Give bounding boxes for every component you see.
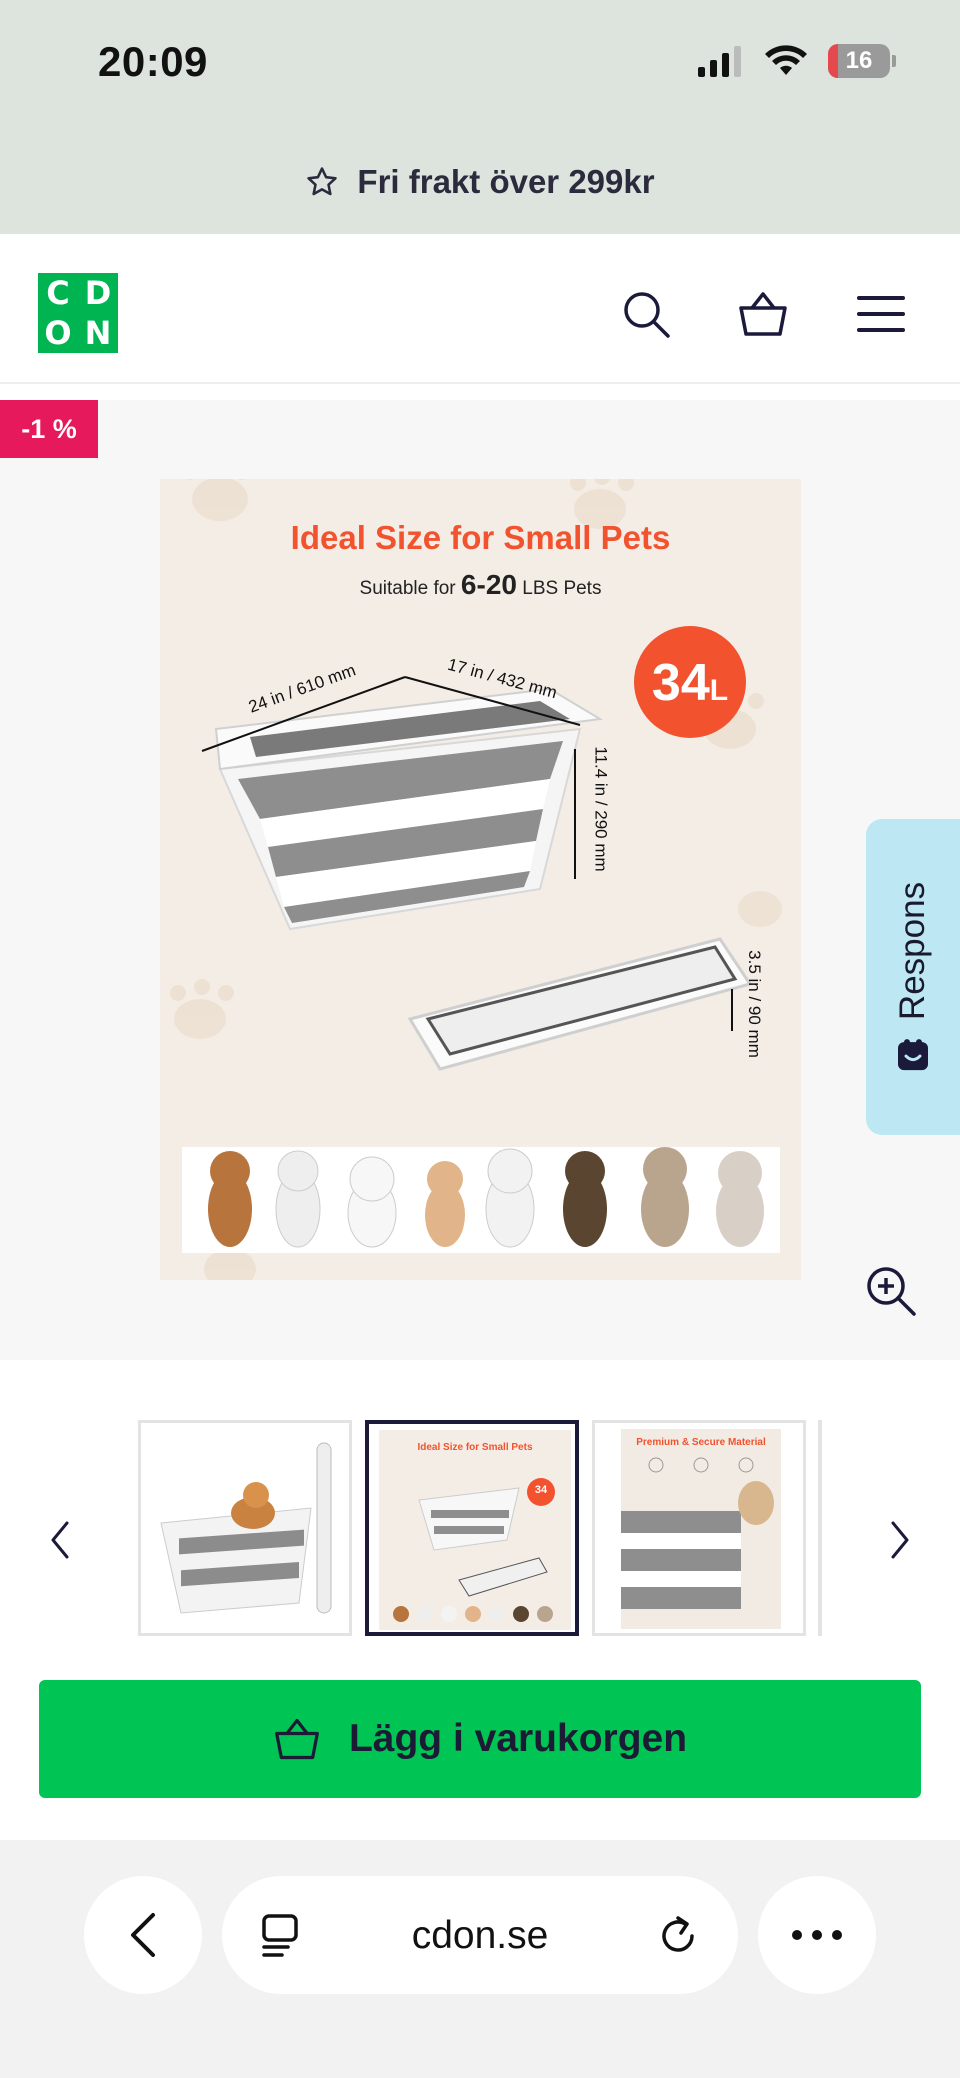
zoom-in-icon (867, 1267, 916, 1316)
add-to-cart-button[interactable]: Lägg i varukorgen (39, 1680, 921, 1798)
wifi-icon (765, 45, 807, 75)
feedback-label-wrap: Respons (893, 882, 933, 1072)
battery-icon: 16 (828, 44, 896, 78)
thumbnail-item[interactable] (138, 1420, 352, 1636)
hamburger-menu-icon (857, 296, 905, 332)
chevron-left-icon (131, 1913, 155, 1957)
browser-back-button[interactable] (84, 1876, 202, 1994)
smiley-icon (898, 1039, 928, 1071)
promo-text: Fri frakt över 299kr (357, 163, 655, 200)
reload-icon[interactable] (656, 1914, 700, 1958)
image-subheadline: Suitable for 6-20 LBS Pets (160, 569, 801, 601)
subheadline-prefix: Suitable for (359, 578, 456, 599)
status-icons: 16 (696, 44, 896, 78)
promo-bar: Fri frakt över 299kr (0, 130, 960, 234)
status-bar: 20:09 16 (0, 0, 960, 130)
logo-letter: N (84, 314, 112, 352)
pets-strip (182, 1147, 780, 1253)
product-image[interactable]: Ideal Size for Small Pets Suitable for 6… (160, 479, 801, 1280)
thumbnail-image (141, 1423, 349, 1633)
cart-button[interactable] (733, 284, 793, 344)
thumbnail-headline: Premium & Secure Material (636, 1437, 766, 1448)
site-header: C D O N (0, 234, 960, 384)
star-icon (307, 167, 338, 196)
chevron-right-icon (891, 1521, 909, 1559)
zoom-button[interactable] (864, 1264, 920, 1320)
status-time: 20:09 (98, 38, 208, 85)
basket-icon (739, 292, 787, 336)
discount-badge: -1 % (0, 400, 98, 458)
thumbnail-badge: 34 (534, 1484, 548, 1496)
next-thumbnail-edge (818, 1420, 822, 1636)
address-bar[interactable]: cdon.se (222, 1876, 738, 1994)
collapsed-basket-illustration (407, 937, 753, 1071)
logo-letter: O (44, 314, 72, 352)
thumbnail-item-active[interactable]: Ideal Size for Small Pets 34 (365, 1420, 579, 1636)
search-button[interactable] (616, 284, 676, 344)
more-options-icon (792, 1930, 842, 1940)
capacity-unit: L (709, 674, 729, 707)
capacity-label: 34L (634, 653, 746, 713)
subheadline-value: 6-20 (460, 569, 517, 600)
logo-letter: D (84, 274, 112, 312)
menu-button[interactable] (851, 284, 911, 344)
thumbnail-item[interactable]: Premium & Secure Material (592, 1420, 806, 1636)
subheadline-suffix: LBS Pets (522, 578, 602, 599)
thumbnail-strip: Ideal Size for Small Pets 34 Premium & S… (0, 1360, 960, 1640)
search-icon (624, 292, 670, 338)
dimension-height-label: 11.4 in / 290 mm (591, 746, 611, 872)
thumbnail-image (393, 1478, 555, 1622)
image-headline: Ideal Size for Small Pets (290, 519, 671, 556)
thumbnail-prev-button[interactable] (40, 1510, 80, 1570)
cellular-signal-icon (698, 46, 741, 77)
thumbnail-next-button[interactable] (880, 1510, 920, 1570)
browser-toolbar: cdon.se (0, 1840, 960, 2078)
logo-letter: C (46, 274, 70, 312)
battery-level: 16 (845, 47, 873, 74)
cdon-logo[interactable]: C D O N (38, 273, 118, 353)
thumbnail-image (621, 1457, 774, 1609)
battery-fill (828, 44, 838, 78)
chevron-left-icon (51, 1521, 69, 1559)
feedback-tab[interactable]: Respons (866, 819, 960, 1135)
add-to-cart-label: Lägg i varukorgen (348, 1717, 688, 1760)
dimension-folded-label: 3.5 in / 90 mm (744, 950, 764, 1058)
feedback-label: Respons (893, 881, 932, 1021)
add-to-cart-area: Lägg i varukorgen (0, 1640, 960, 1840)
capacity-value: 34 (651, 654, 710, 712)
browser-more-button[interactable] (758, 1876, 876, 1994)
basket-icon (275, 1718, 319, 1760)
product-gallery[interactable]: -1 % Ideal Size for Small Pets Suitable … (0, 400, 960, 1360)
